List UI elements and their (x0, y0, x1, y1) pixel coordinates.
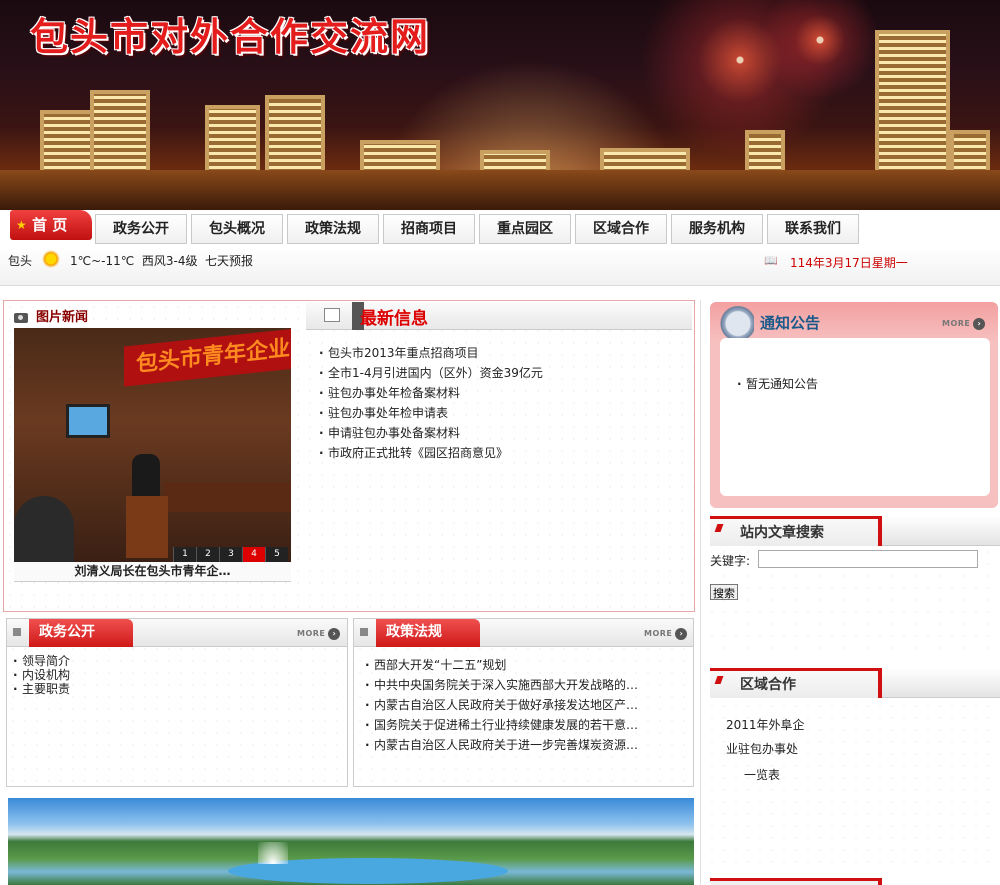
gov-affairs-more-button[interactable]: MORE › (297, 628, 341, 640)
weather-bar: 包头 1℃~-11℃ 西风3-4级 七天预报 📖 114年3月17日星期一 (0, 248, 1000, 286)
list-item[interactable]: 西部大开发“十二五”规划 (364, 655, 644, 675)
photo-caption[interactable]: 刘清义局长在包头市青年企… (14, 562, 291, 582)
more-label: MORE (942, 319, 971, 328)
search-input[interactable] (758, 550, 978, 568)
notice-more-button[interactable]: MORE › (942, 318, 986, 330)
photo-page-2[interactable]: 2 (196, 547, 219, 562)
policy-header: 政策法规 MORE › (354, 619, 693, 647)
notice-list: 暂无通知公告 (736, 374, 976, 394)
list-item[interactable]: 全市1-4月引进国内（区外）资金39亿元 (318, 363, 678, 383)
list-item[interactable]: 领导简介 (12, 654, 312, 668)
search-button[interactable]: 搜索 (710, 584, 738, 600)
arrow-right-icon: › (973, 318, 986, 330)
list-item[interactable]: 国务院关于促进稀土行业持续健康发展的若干意… (364, 715, 644, 735)
current-date: 114年3月17日星期一 (790, 256, 908, 270)
site-title: 包头市对外合作交流网 (30, 14, 431, 59)
fountain (258, 842, 288, 864)
regional-box: 2011年外阜企 业驻包办事处 一览表 (706, 700, 998, 865)
head-table (164, 482, 291, 512)
arrow-right-icon: › (675, 628, 688, 640)
nav-item-overview[interactable]: 包头概况 (191, 214, 283, 244)
gov-affairs-title: 政务公开 (29, 619, 133, 647)
picture-news-title: 图片新闻 (36, 310, 89, 325)
news-photo[interactable]: 包头市青年企业 (14, 328, 291, 562)
nav-item-parks[interactable]: 重点园区 (479, 214, 571, 244)
square-icon (360, 628, 368, 636)
list-item[interactable]: 内蒙古自治区人民政府关于做好承接发达地区产… (364, 695, 644, 715)
regional-header: 区域合作 (710, 668, 1000, 698)
list-item[interactable]: 主要职责 (12, 682, 312, 696)
list-item[interactable]: 驻包办事处年检备案材料 (318, 383, 678, 403)
building (90, 90, 150, 180)
notice-panel: 通知公告 MORE› 暂无通知公告 (710, 302, 998, 508)
list-item[interactable]: 中共中央国务院关于深入实施西部大开发战略的… (364, 675, 644, 695)
more-label: MORE (644, 629, 673, 638)
nav-item-policy[interactable]: 政策法规 (287, 214, 379, 244)
pen-icon (324, 308, 340, 322)
regional-link-line[interactable]: 2011年外阜企 (726, 716, 805, 733)
building (205, 105, 260, 180)
more-label: MORE (297, 629, 326, 638)
main-nav: ★ 首 页 政务公开 包头概况 政策法规 招商项目 重点园区 区域合作 服务机构… (0, 210, 1000, 248)
nav-home[interactable]: ★ 首 页 (10, 210, 92, 240)
list-item: 暂无通知公告 (736, 374, 976, 394)
keyword-label: 关键字: (710, 554, 751, 568)
latest-info-header: 最新信息 (306, 302, 692, 330)
nav-home-label: 首 页 (32, 216, 68, 234)
header-banner: 包头市对外合作交流网 (0, 0, 1000, 210)
nav-item-regional[interactable]: 区域合作 (575, 214, 667, 244)
list-item[interactable]: 市政府正式批转《园区招商意见》 (318, 443, 678, 463)
nav-item-gov-affairs[interactable]: 政务公开 (95, 214, 187, 244)
regional-link-line[interactable]: 一览表 (744, 766, 780, 783)
list-item[interactable]: 内设机构 (12, 668, 312, 682)
list-item[interactable]: 内蒙古自治区人民政府关于进一步完善煤炭资源… (364, 735, 644, 755)
camera-icon (14, 312, 28, 323)
weather-text: 1℃~-11℃ 西风3-4级 (70, 254, 198, 268)
book-icon: 📖 (764, 254, 778, 267)
search-header: 站内文章搜索 (710, 516, 1000, 546)
regional-title: 区域合作 (740, 677, 796, 693)
gov-affairs-header: 政务公开 MORE › (7, 619, 347, 647)
arrow-right-icon: › (328, 628, 341, 640)
star-icon: ★ (16, 218, 27, 232)
photo-page-3[interactable]: 3 (219, 547, 242, 562)
podium (126, 496, 168, 558)
weather-city: 包头 (8, 254, 33, 268)
photo-pager: 1 2 3 4 5 (173, 547, 288, 562)
latest-info-title: 最新信息 (360, 309, 428, 329)
picture-news-heading: 图片新闻 (14, 306, 88, 325)
policy-more-button[interactable]: MORE › (644, 628, 688, 640)
gov-affairs-list: 领导简介 内设机构 主要职责 (12, 654, 312, 696)
audience-figure (14, 496, 74, 562)
list-item[interactable]: 申请驻包办事处备案材料 (318, 423, 678, 443)
nav-item-contact[interactable]: 联系我们 (767, 214, 859, 244)
forecast-link[interactable]: 七天预报 (205, 252, 253, 269)
notice-title: 通知公告 (760, 314, 821, 332)
park-landscape-photo[interactable] (8, 798, 694, 885)
policy-title: 政策法规 (376, 619, 480, 647)
photo-page-4[interactable]: 4 (242, 547, 265, 562)
projection-screen (66, 404, 110, 438)
search-box: 关键字: 搜索 (706, 546, 998, 654)
stage-banner: 包头市青年企业 (124, 328, 291, 387)
list-item[interactable]: 驻包办事处年检申请表 (318, 403, 678, 423)
square-icon (13, 628, 21, 636)
sun-icon (42, 250, 60, 268)
list-item[interactable]: 包头市2013年重点招商项目 (318, 343, 678, 363)
header-tab (710, 668, 882, 698)
crowd-ground (0, 170, 1000, 210)
nav-item-services[interactable]: 服务机构 (671, 214, 763, 244)
nav-item-projects[interactable]: 招商项目 (383, 214, 475, 244)
search-title: 站内文章搜索 (740, 525, 824, 541)
policy-list: 西部大开发“十二五”规划 中共中央国务院关于深入实施西部大开发战略的… 内蒙古自… (364, 655, 644, 755)
regional-link-line[interactable]: 业驻包办事处 (726, 740, 798, 757)
photo-page-1[interactable]: 1 (173, 547, 196, 562)
latest-info-list: 包头市2013年重点招商项目 全市1-4月引进国内（区外）资金39亿元 驻包办事… (318, 343, 678, 463)
photo-page-5[interactable]: 5 (265, 547, 288, 562)
notice-list-box: 暂无通知公告 (720, 338, 990, 496)
speaker-figure (132, 454, 160, 498)
building (875, 30, 950, 180)
next-section-tab (710, 878, 882, 885)
building (265, 95, 325, 180)
